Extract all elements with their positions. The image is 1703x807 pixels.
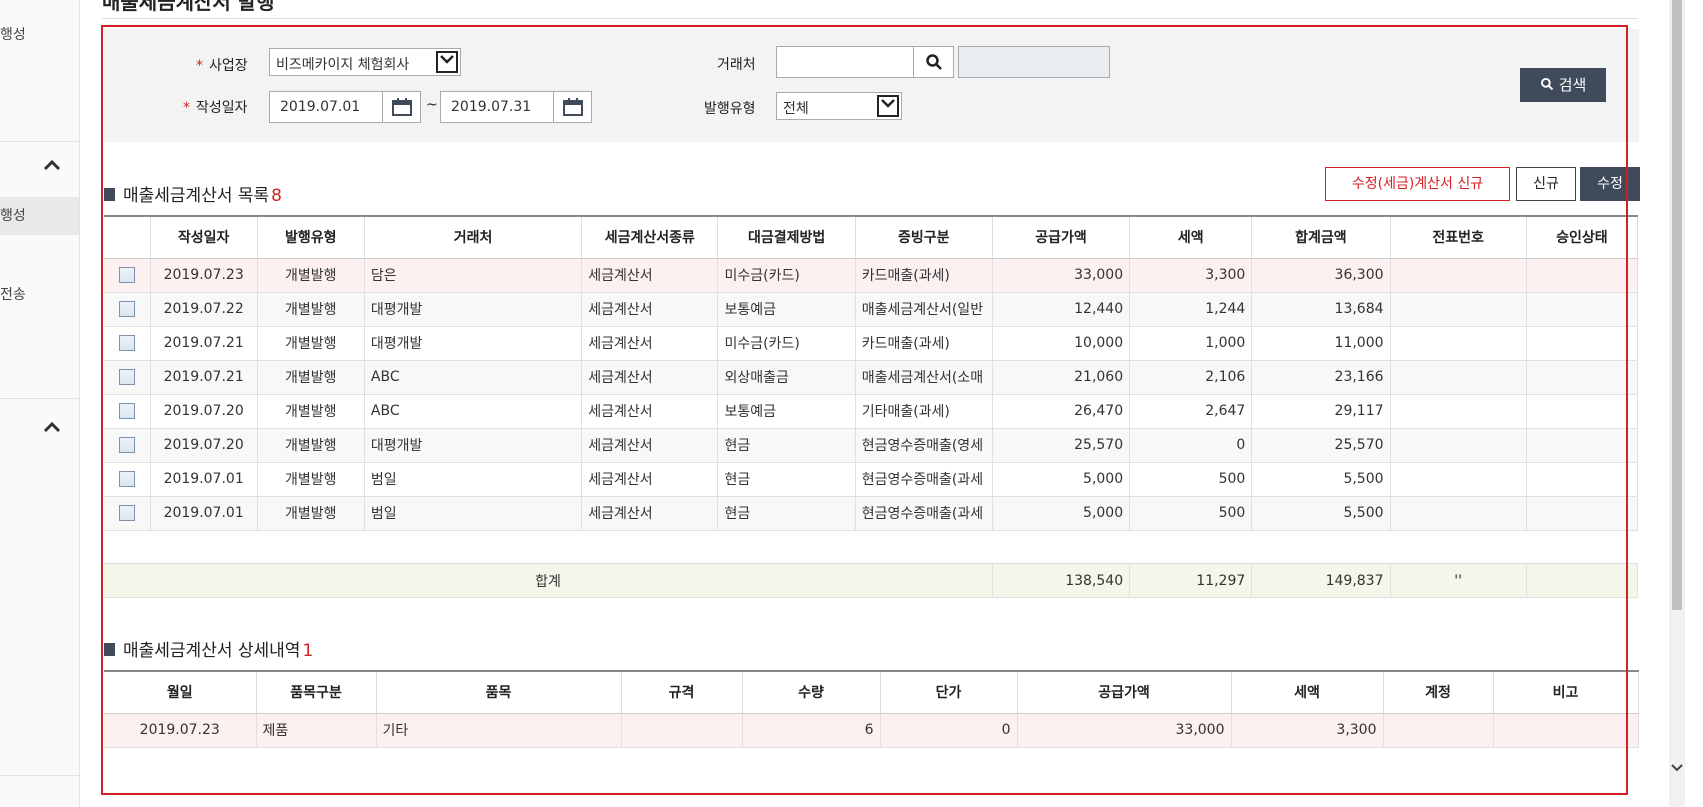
chevron-up-icon[interactable] [42,156,62,177]
highlight-frame [101,25,1628,795]
sidebar-item-2[interactable]: 행성 [0,197,79,235]
title-divider [102,18,1638,19]
scrollbar-thumb[interactable] [1672,0,1682,610]
sidebar-divider [0,398,79,399]
sidebar-divider [0,141,79,142]
chevron-up-icon[interactable] [42,418,62,439]
chevron-down-icon[interactable] [1669,762,1685,782]
sidebar-item-3[interactable]: 전송 [0,284,26,304]
sidebar: 행성 행성 전송 [0,0,80,807]
sidebar-divider [0,775,79,776]
page-title: 매출세금계산서 발행 [102,0,275,14]
sidebar-item-1[interactable]: 행성 [0,24,26,44]
